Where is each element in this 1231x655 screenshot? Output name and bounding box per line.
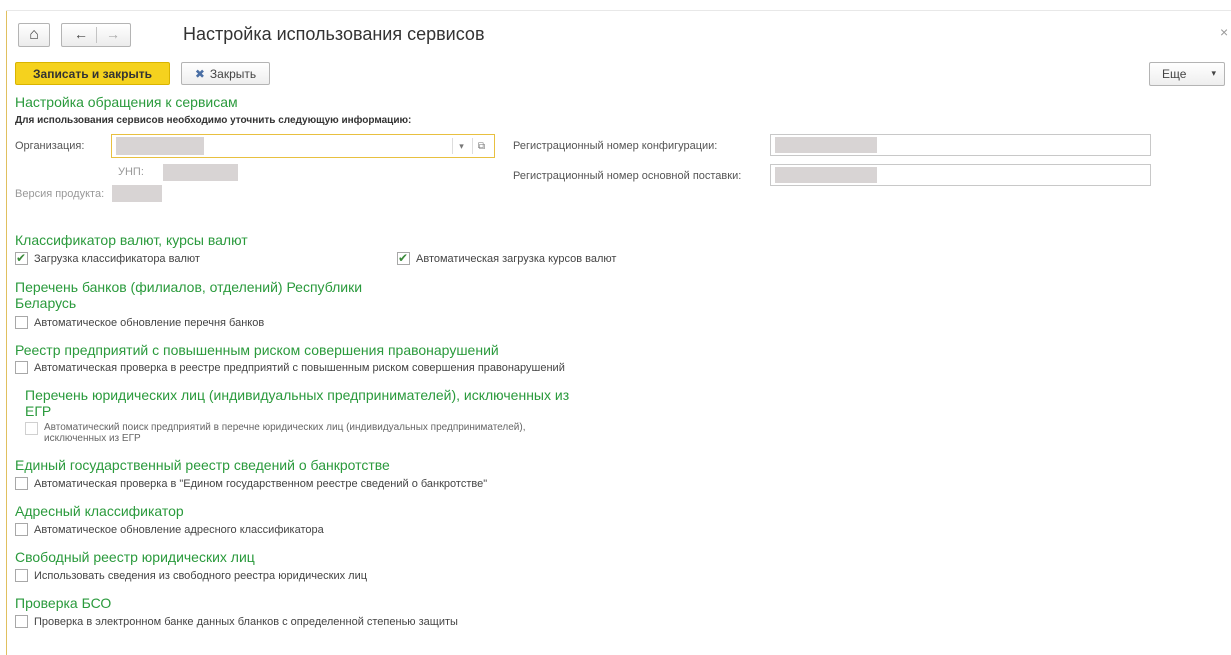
more-menu-button[interactable]: Еще ▾: [1149, 62, 1225, 86]
chevron-down-icon[interactable]: ▾: [452, 138, 470, 154]
auto-check-risk-registry-label: Автоматическая проверка в реестре предпр…: [34, 361, 565, 374]
auto-update-banks-label: Автоматическое обновление перечня банков: [34, 316, 265, 329]
forward-arrow-icon[interactable]: →: [106, 26, 120, 42]
window-top-border: [6, 10, 1231, 11]
services-hint: Для использования сервисов необходимо ут…: [15, 115, 412, 126]
section-title-free-registry: Свободный реестр юридических лиц: [15, 549, 255, 565]
unp-label: УНП:: [118, 166, 144, 178]
close-x-icon: ✖: [194, 66, 205, 81]
section-title-excluded: Перечень юридических лиц (индивидуальных…: [25, 387, 570, 419]
home-button[interactable]: ⌂: [18, 23, 50, 47]
close-button[interactable]: ✖ Закрыть: [181, 62, 270, 85]
use-free-registry-label: Использовать сведения из свободного реес…: [34, 569, 368, 582]
checkbox-checked-icon: [15, 252, 28, 265]
chevron-down-icon: ▾: [1211, 68, 1216, 78]
auto-check-bankruptcy-label: Автоматическая проверка в "Едином госуда…: [34, 477, 488, 490]
checkbox-unchecked-icon: [15, 477, 28, 490]
auto-search-excluded-label: Автоматический поиск предприятий в переч…: [44, 422, 526, 444]
auto-check-risk-registry-checkbox[interactable]: Автоматическая проверка в реестре предпр…: [15, 361, 565, 374]
checkbox-unchecked-icon: [15, 523, 28, 536]
more-menu-label: Еще: [1162, 67, 1187, 81]
section-title-risk-registry: Реестр предприятий с повышенным риском с…: [15, 342, 499, 358]
checkbox-unchecked-icon: [15, 569, 28, 582]
checkbox-unchecked-icon: [15, 615, 28, 628]
home-icon: ⌂: [29, 26, 39, 43]
product-version-label: Версия продукта:: [15, 188, 105, 200]
auto-load-rates-checkbox[interactable]: Автоматическая загрузка курсов валют: [397, 252, 616, 265]
reg-supply-value-redacted: [775, 167, 877, 183]
auto-search-excluded-checkbox[interactable]: Автоматический поиск предприятий в переч…: [25, 422, 585, 444]
window-title: Настройка использования сервисов: [183, 24, 485, 44]
open-icon[interactable]: ⧉: [472, 138, 490, 154]
reg-config-value-redacted: [775, 137, 877, 153]
product-version-value-redacted: [112, 185, 162, 202]
auto-update-address-checkbox[interactable]: Автоматическое обновление адресного клас…: [15, 523, 324, 536]
section-title-bankruptcy: Единый государственный реестр сведений о…: [15, 457, 390, 473]
auto-update-address-label: Автоматическое обновление адресного клас…: [34, 523, 324, 536]
section-title-banks: Перечень банков (филиалов, отделений) Ре…: [15, 279, 363, 311]
window-left-border: [6, 10, 7, 655]
reg-supply-label: Регистрационный номер основной поставки:: [513, 170, 742, 182]
unp-value-redacted: [163, 164, 238, 181]
auto-check-bankruptcy-checkbox[interactable]: Автоматическая проверка в "Едином госуда…: [15, 477, 487, 490]
back-arrow-icon[interactable]: ←: [74, 26, 88, 42]
reg-supply-field[interactable]: [770, 164, 1151, 186]
close-button-label: Закрыть: [209, 66, 257, 81]
checkbox-unchecked-icon: [15, 361, 28, 374]
reg-config-field[interactable]: [770, 134, 1151, 156]
reg-config-label: Регистрационный номер конфигурации:: [513, 140, 718, 152]
section-title-services: Настройка обращения к сервисам: [15, 94, 238, 110]
section-title-address: Адресный классификатор: [15, 503, 184, 519]
checkbox-unchecked-icon: [25, 422, 38, 435]
close-window-icon[interactable]: ×: [1220, 24, 1228, 40]
checkbox-checked-icon: [397, 252, 410, 265]
organization-label: Организация:: [15, 140, 85, 152]
bso-check-label: Проверка в электронном банке данных блан…: [34, 615, 458, 628]
use-free-registry-checkbox[interactable]: Использовать сведения из свободного реес…: [15, 569, 367, 582]
organization-field[interactable]: ▾ ⧉: [111, 134, 495, 158]
checkbox-unchecked-icon: [15, 316, 28, 329]
organization-value-redacted: [116, 137, 204, 155]
auto-update-banks-checkbox[interactable]: Автоматическое обновление перечня банков: [15, 316, 264, 329]
nav-separator: [96, 27, 97, 43]
save-and-close-button[interactable]: Записать и закрыть: [15, 62, 170, 85]
load-currency-classifier-label: Загрузка классификатора валют: [34, 252, 200, 265]
section-title-currency: Классификатор валют, курсы валют: [15, 232, 248, 248]
section-title-bso: Проверка БСО: [15, 595, 112, 611]
auto-load-rates-label: Автоматическая загрузка курсов валют: [416, 252, 617, 265]
bso-check-checkbox[interactable]: Проверка в электронном банке данных блан…: [15, 615, 458, 628]
load-currency-classifier-checkbox[interactable]: Загрузка классификатора валют: [15, 252, 200, 265]
